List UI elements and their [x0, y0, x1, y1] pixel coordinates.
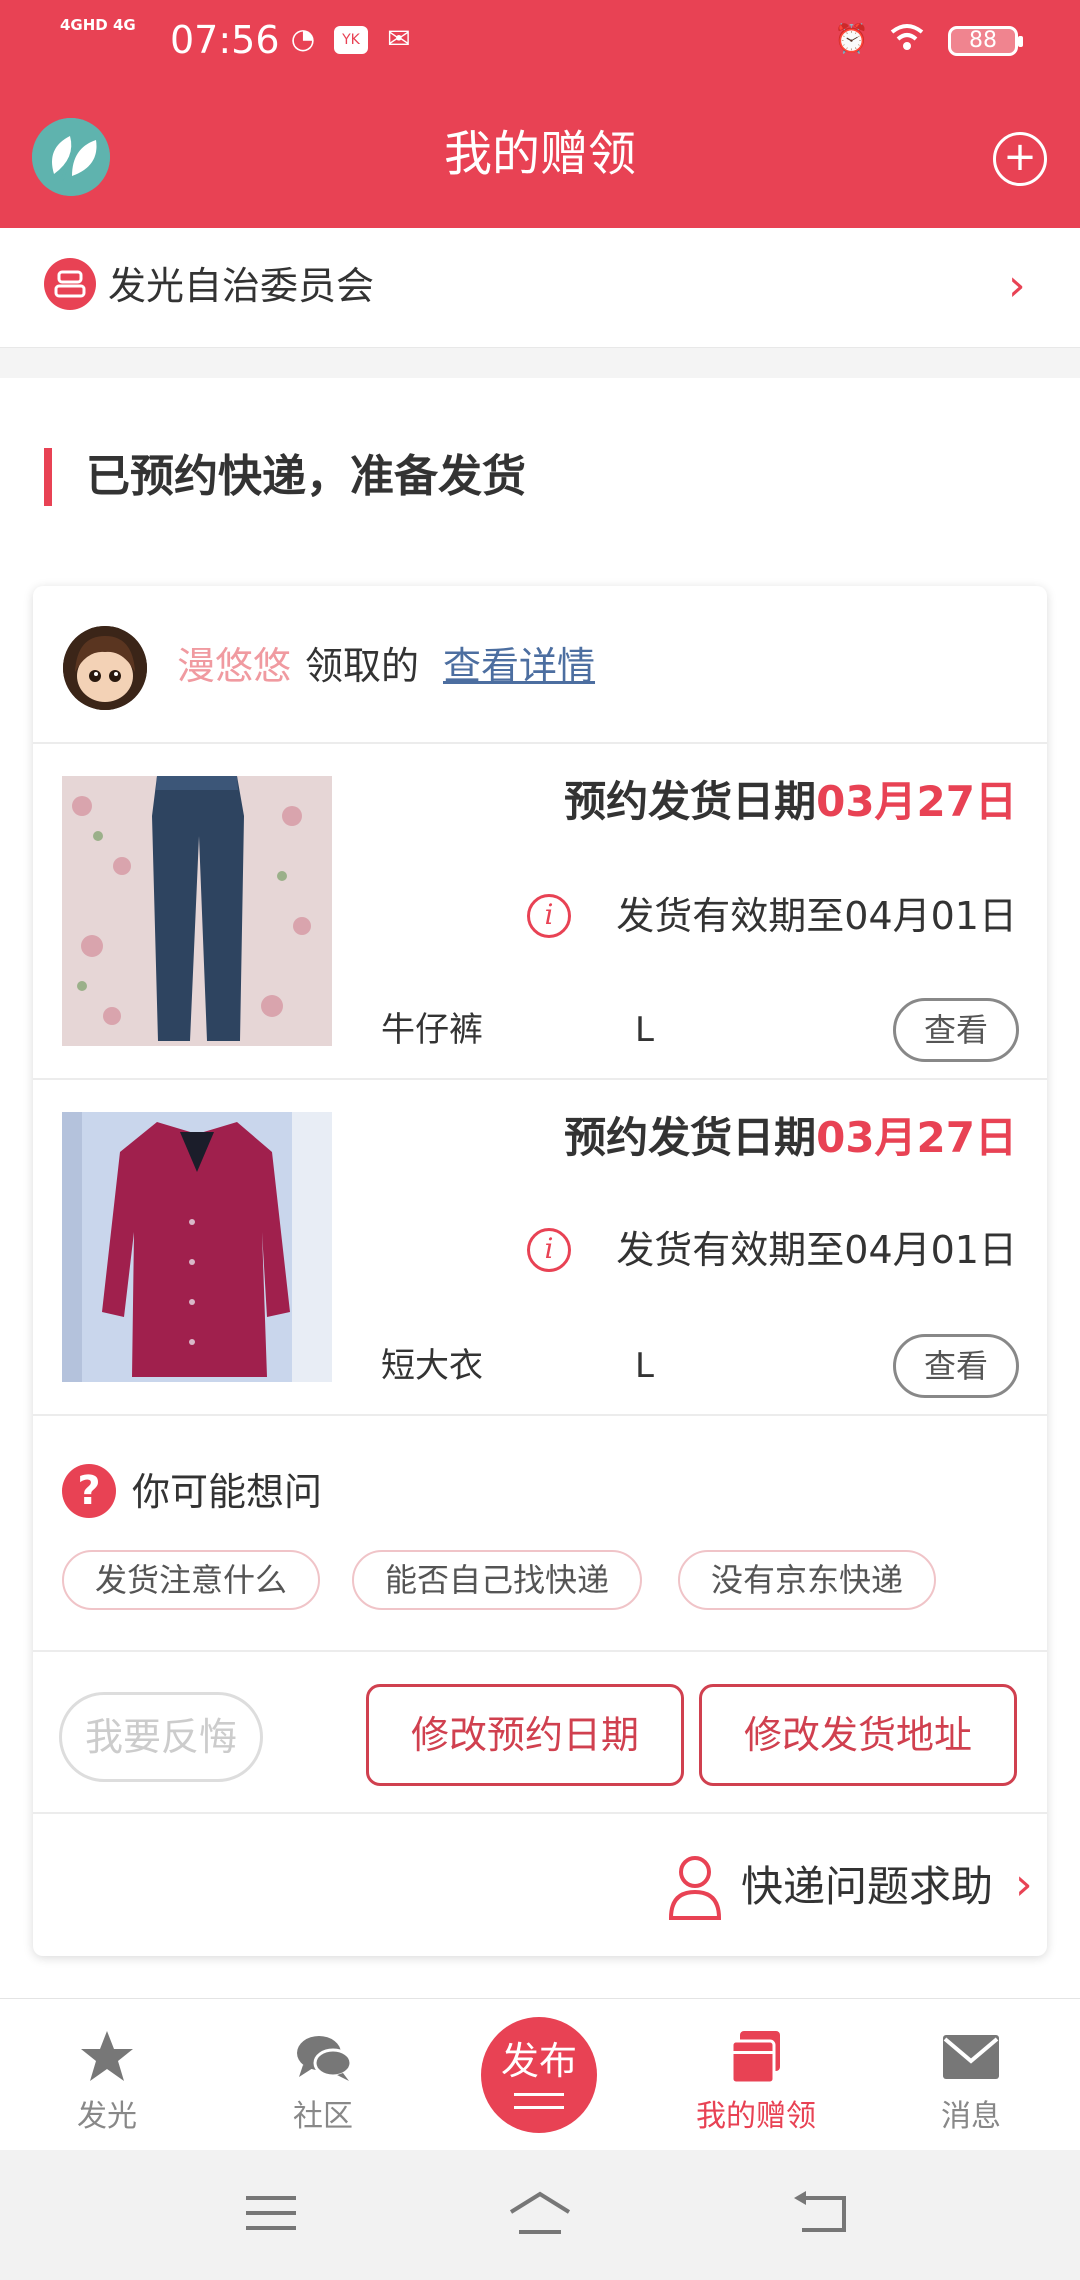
view-button[interactable]: 查看 — [893, 1334, 1019, 1398]
publish-label: 发布 — [500, 2039, 577, 2083]
divider — [33, 1414, 1047, 1416]
ship-date-label: 预约发货日期 — [564, 1113, 817, 1162]
chat-bubbles-icon — [297, 2036, 353, 2081]
ship-date-value: 03月27日 — [816, 777, 1017, 826]
tab-label: 消息 — [941, 2099, 1001, 2134]
tab-community[interactable]: 社区 — [243, 1999, 403, 2151]
claimer-verb: 领取的 — [305, 644, 420, 688]
home-icon[interactable] — [505, 2188, 575, 2238]
section-accent-bar — [44, 448, 52, 506]
divider — [33, 1812, 1047, 1814]
network-indicator: 4GHD 4G — [60, 16, 136, 34]
chevron-right-icon: › — [1015, 1859, 1033, 1910]
tab-label: 我的赠领 — [696, 2099, 816, 2134]
page-title: 我的赠领 — [443, 126, 636, 182]
star-icon — [81, 2031, 133, 2081]
item-name: 短大衣 — [381, 1346, 483, 1386]
claimer-name[interactable]: 漫悠悠 — [177, 638, 291, 694]
tab-label: 社区 — [293, 2099, 353, 2134]
ship-valid-text: 发货有效期至04月01日 — [616, 894, 1017, 938]
tab-faguang[interactable]: 发光 — [27, 1999, 187, 2151]
divider — [33, 1078, 1047, 1080]
status-time: 07:56 — [170, 18, 280, 62]
info-icon: i — [527, 1228, 571, 1272]
section-title: 已预约快递，准备发货 — [86, 451, 526, 502]
avatar[interactable] — [63, 626, 147, 710]
info-icon: i — [527, 894, 571, 938]
publish-button[interactable]: 发布 — [481, 2017, 597, 2133]
question-icon: ? — [62, 1464, 116, 1518]
clock-app-icon: ◔ — [290, 22, 316, 55]
gift-box-icon — [730, 2031, 780, 2085]
chevron-right-icon: › — [1008, 260, 1026, 311]
back-icon[interactable] — [788, 2188, 858, 2238]
view-button[interactable]: 查看 — [893, 998, 1019, 1062]
divider — [33, 1650, 1047, 1652]
change-date-button[interactable]: 修改预约日期 — [366, 1684, 684, 1786]
ship-valid-text: 发货有效期至04月01日 — [616, 1228, 1017, 1272]
tab-messages[interactable]: 消息 — [891, 1999, 1051, 2151]
order-card: 漫悠悠 领取的 查看详情 预约发货日期03月27日 i 发货有效期至04月01日… — [33, 586, 1047, 1956]
ship-date: 预约发货日期03月27日 — [564, 1110, 1017, 1166]
battery-icon: 88 — [948, 26, 1023, 56]
tab-my-gifts[interactable]: 我的赠领 — [676, 1999, 836, 2151]
view-details-link[interactable]: 查看详情 — [443, 638, 595, 694]
community-icon — [44, 258, 96, 310]
system-nav-bar — [0, 2150, 1080, 2280]
status-bar: 4GHD 4G 07:56 ◔ YK ✉ ⏰ 88 — [0, 0, 1080, 80]
ship-date: 预约发货日期03月27日 — [564, 774, 1017, 830]
ship-date-label: 预约发货日期 — [564, 777, 817, 826]
person-icon — [668, 1856, 722, 1920]
delivery-help-label: 快递问题求助 — [741, 1862, 994, 1911]
regret-button[interactable]: 我要反悔 — [59, 1692, 263, 1782]
plus-circle-icon[interactable]: + — [993, 132, 1047, 186]
change-address-button[interactable]: 修改发货地址 — [699, 1684, 1017, 1786]
faq-chip[interactable]: 发货注意什么 — [62, 1550, 320, 1610]
delivery-help-link[interactable]: 快递问题求助 › — [633, 1854, 1033, 1924]
faq-chip[interactable]: 能否自己找快递 — [352, 1550, 642, 1610]
item-size: L — [635, 1346, 654, 1386]
item-size: L — [635, 1010, 654, 1050]
item-photo-jeans[interactable] — [62, 776, 332, 1046]
publish-icon — [514, 2093, 564, 2109]
app-header: 我的赠领 + — [0, 80, 1080, 228]
faq-title: 你可能想问 — [132, 1470, 323, 1514]
tab-label: 发光 — [77, 2099, 137, 2134]
item-name: 牛仔裤 — [381, 1010, 483, 1050]
ship-date-value: 03月27日 — [816, 1113, 1017, 1162]
envelope-icon — [943, 2035, 999, 2079]
alarm-icon: ⏰ — [834, 22, 869, 55]
menu-icon[interactable] — [236, 2188, 306, 2238]
faq-chip[interactable]: 没有京东快递 — [678, 1550, 936, 1610]
wifi-icon — [890, 22, 924, 56]
divider — [33, 742, 1047, 744]
mail-icon: ✉ — [387, 22, 411, 55]
community-name: 发光自治委员会 — [108, 264, 375, 308]
section-gap — [0, 348, 1080, 378]
youku-icon: YK — [334, 26, 368, 54]
item-photo-coat[interactable] — [62, 1112, 332, 1382]
bottom-tab-bar: 发光 社区 发布 我的赠领 消息 — [0, 1998, 1080, 2150]
community-row[interactable]: 发光自治委员会 › — [0, 228, 1080, 348]
